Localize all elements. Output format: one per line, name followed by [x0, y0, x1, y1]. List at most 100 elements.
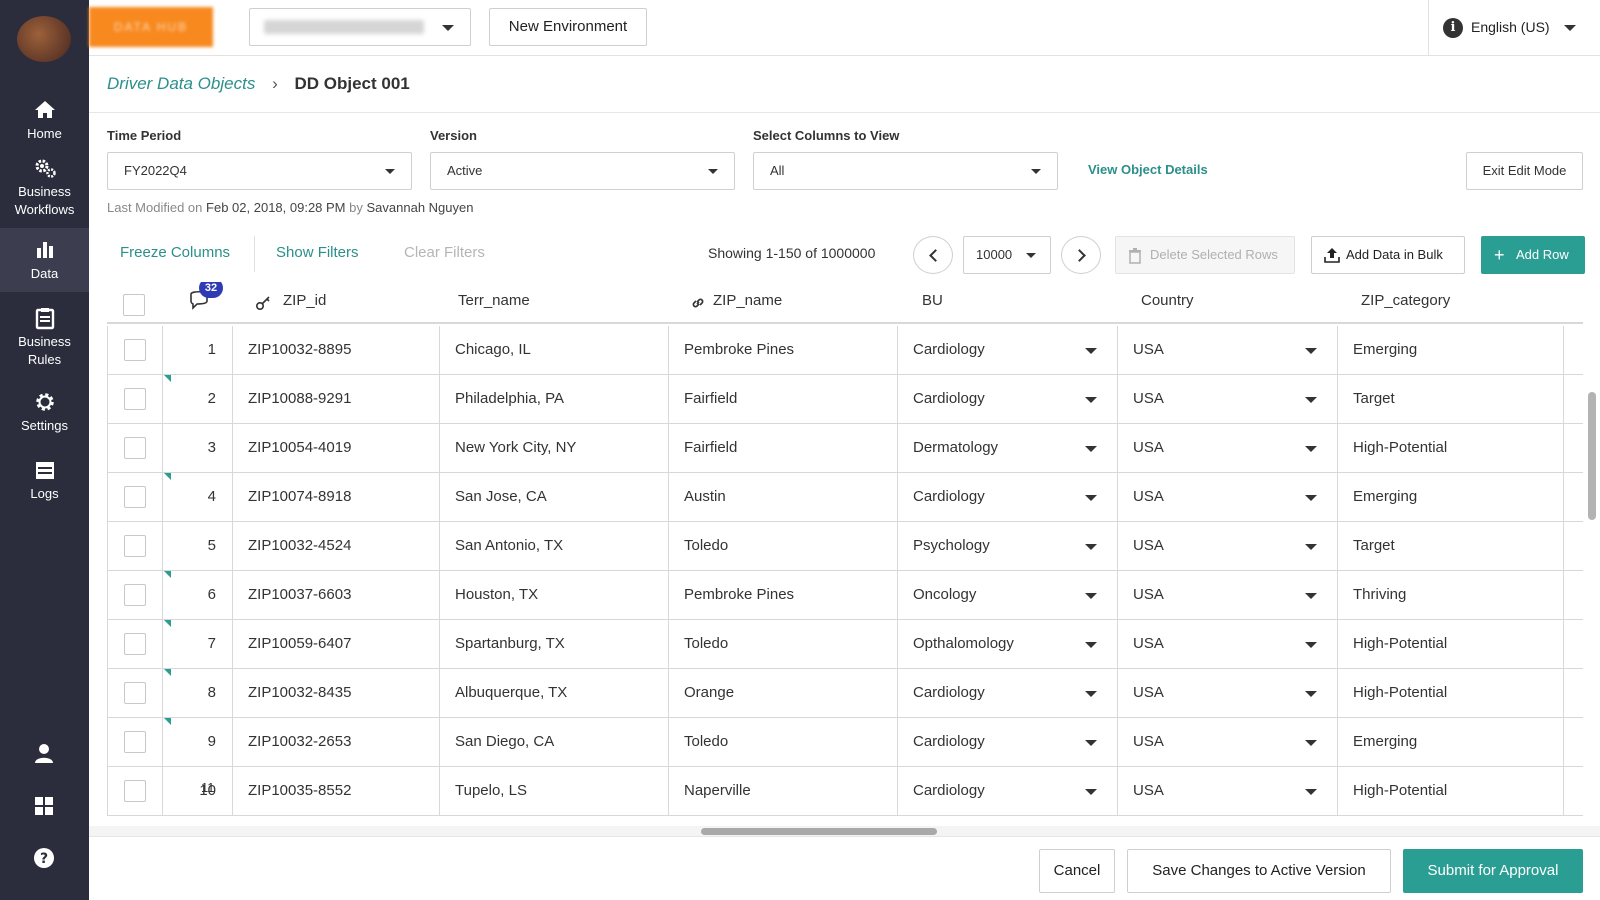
cell-zip-id[interactable]: ZIP10032-8435 [232, 669, 439, 717]
new-environment-button[interactable]: New Environment [489, 8, 647, 46]
cell-zip-category[interactable]: Thriving [1337, 571, 1563, 619]
row-checkbox[interactable] [124, 437, 146, 459]
cell-terr-name[interactable]: New York City, NY [439, 424, 668, 472]
environment-select[interactable] [249, 8, 471, 46]
cell-zip-id[interactable]: ZIP10037-6603 [232, 571, 439, 619]
language-select[interactable]: i English (US) [1428, 0, 1600, 56]
cell-zip-id[interactable]: ZIP10074-8918 [232, 473, 439, 521]
cell-zip-id[interactable]: ZIP10032-2653 [232, 718, 439, 766]
cell-bu-select[interactable]: Oncology [897, 571, 1117, 619]
cell-country-select[interactable]: USA [1117, 375, 1337, 423]
cell-bu-select[interactable]: Dermatology [897, 424, 1117, 472]
cell-bu-select[interactable]: Psychology [897, 522, 1117, 570]
cell-zip-name[interactable]: Toledo [668, 718, 897, 766]
view-object-details-link[interactable]: View Object Details [1088, 162, 1208, 177]
row-checkbox[interactable] [124, 486, 146, 508]
row-checkbox[interactable] [124, 339, 146, 361]
page-size-select[interactable]: 10000 [963, 236, 1051, 274]
cell-terr-name[interactable]: San Jose, CA [439, 473, 668, 521]
sidebar-item-business-workflows[interactable]: Business Workflows [0, 156, 89, 222]
horizontal-scrollbar-thumb[interactable] [701, 828, 937, 835]
cell-terr-name[interactable]: Houston, TX [439, 571, 668, 619]
row-checkbox[interactable] [124, 682, 146, 704]
column-header-zip-name[interactable]: ZIP_name [713, 292, 782, 309]
column-header-zip-id[interactable]: ZIP_id [283, 292, 326, 309]
cell-country-select[interactable]: USA [1117, 424, 1337, 472]
cell-zip-category[interactable]: Emerging [1337, 326, 1563, 374]
cell-country-select[interactable]: USA [1117, 669, 1337, 717]
column-header-zip-category[interactable]: ZIP_category [1361, 292, 1450, 309]
sidebar-item-business-rules[interactable]: Business Rules [0, 306, 89, 368]
cell-country-select[interactable]: USA [1117, 571, 1337, 619]
table-row[interactable]: 8 ZIP10032-8435 Albuquerque, TX Orange Cardi… [107, 669, 1583, 718]
column-header-country[interactable]: Country [1141, 292, 1194, 309]
save-changes-button[interactable]: Save Changes to Active Version [1127, 849, 1391, 893]
freeze-columns-button[interactable]: Freeze Columns [120, 244, 230, 261]
cell-zip-id[interactable]: ZIP10059-6407 [232, 620, 439, 668]
prev-page-button[interactable] [913, 236, 953, 274]
table-row[interactable]: 6 ZIP10037-6603 Houston, TX Pembroke Pines O… [107, 571, 1583, 620]
cell-zip-category[interactable]: Emerging [1337, 718, 1563, 766]
select-all-checkbox[interactable] [123, 294, 145, 316]
cell-zip-name[interactable]: Austin [668, 473, 897, 521]
app-logo[interactable] [17, 16, 71, 62]
cell-zip-name[interactable]: Toledo [668, 620, 897, 668]
cell-zip-name[interactable]: Pembroke Pines [668, 571, 897, 619]
cell-zip-id[interactable]: ZIP10032-8895 [232, 326, 439, 374]
cell-bu-select[interactable]: Cardiology [897, 669, 1117, 717]
cell-country-select[interactable]: USA [1117, 522, 1337, 570]
cell-bu-select[interactable]: Cardiology [897, 326, 1117, 374]
cell-zip-id[interactable]: ZIP10032-4524 [232, 522, 439, 570]
cell-terr-name[interactable]: San Antonio, TX [439, 522, 668, 570]
cell-terr-name[interactable]: San Diego, CA [439, 718, 668, 766]
clear-filters-button[interactable]: Clear Filters [404, 244, 485, 261]
horizontal-scrollbar[interactable] [89, 826, 1600, 836]
version-select[interactable]: Active [430, 152, 735, 190]
table-row[interactable]: 9 ZIP10032-2653 San Diego, CA Toledo Cardiol… [107, 718, 1583, 767]
cell-zip-category[interactable]: High-Potential [1337, 620, 1563, 668]
cell-zip-name[interactable]: Toledo [668, 522, 897, 570]
cell-bu-select[interactable]: Cardiology [897, 375, 1117, 423]
cell-zip-name[interactable]: Orange [668, 669, 897, 717]
cell-zip-id[interactable]: ZIP10054-4019 [232, 424, 439, 472]
apps-grid-icon[interactable] [32, 794, 56, 818]
row-checkbox[interactable] [124, 633, 146, 655]
column-header-terr-name[interactable]: Terr_name [458, 292, 530, 309]
next-page-button[interactable] [1061, 236, 1101, 274]
cell-country-select[interactable]: USA [1117, 620, 1337, 668]
user-icon[interactable] [32, 741, 56, 765]
table-row[interactable]: 3 ZIP10054-4019 New York City, NY Fairfield… [107, 424, 1583, 473]
add-row-button[interactable]: + Add Row [1481, 236, 1585, 274]
cell-zip-id[interactable]: ZIP10088-9291 [232, 375, 439, 423]
row-checkbox[interactable] [124, 535, 146, 557]
cell-terr-name[interactable]: Philadelphia, PA [439, 375, 668, 423]
delete-selected-rows-button[interactable]: Delete Selected Rows [1115, 236, 1295, 274]
cell-bu-select[interactable]: Cardiology [897, 473, 1117, 521]
cell-zip-category[interactable]: Emerging [1337, 473, 1563, 521]
breadcrumb-parent-link[interactable]: Driver Data Objects [107, 74, 255, 93]
table-row[interactable]: 7 ZIP10059-6407 Spartanburg, TX Toledo Optha… [107, 620, 1583, 669]
cell-zip-name[interactable]: Pembroke Pines [668, 326, 897, 374]
cell-bu-select[interactable]: Cardiology [897, 718, 1117, 766]
help-icon[interactable]: ? [32, 846, 56, 870]
cell-terr-name[interactable]: Albuquerque, TX [439, 669, 668, 717]
sidebar-item-data[interactable]: Data [0, 228, 89, 292]
table-row[interactable]: 5 ZIP10032-4524 San Antonio, TX Toledo Psych… [107, 522, 1583, 571]
add-data-in-bulk-button[interactable]: Add Data in Bulk [1311, 236, 1465, 274]
show-filters-button[interactable]: Show Filters [276, 244, 359, 261]
cell-zip-category[interactable]: Target [1337, 375, 1563, 423]
cell-bu-select[interactable]: Opthalomology [897, 620, 1117, 668]
cell-country-select[interactable]: USA [1117, 473, 1337, 521]
cell-zip-category[interactable]: Target [1337, 522, 1563, 570]
row-checkbox[interactable] [124, 731, 146, 753]
exit-edit-mode-button[interactable]: Exit Edit Mode [1466, 152, 1583, 190]
submit-for-approval-button[interactable]: Submit for Approval [1403, 849, 1583, 893]
cell-country-select[interactable]: USA [1117, 326, 1337, 374]
table-row[interactable]: 4 ZIP10074-8918 San Jose, CA Austin Cardiolo… [107, 473, 1583, 522]
column-header-bu[interactable]: BU [922, 292, 943, 309]
select-columns-select[interactable]: All [753, 152, 1058, 190]
sidebar-item-settings[interactable]: Settings [0, 390, 89, 436]
cell-zip-name[interactable]: Fairfield [668, 375, 897, 423]
table-row[interactable]: 2 ZIP10088-9291 Philadelphia, PA Fairfield C… [107, 375, 1583, 424]
cell-country-select[interactable]: USA [1117, 718, 1337, 766]
